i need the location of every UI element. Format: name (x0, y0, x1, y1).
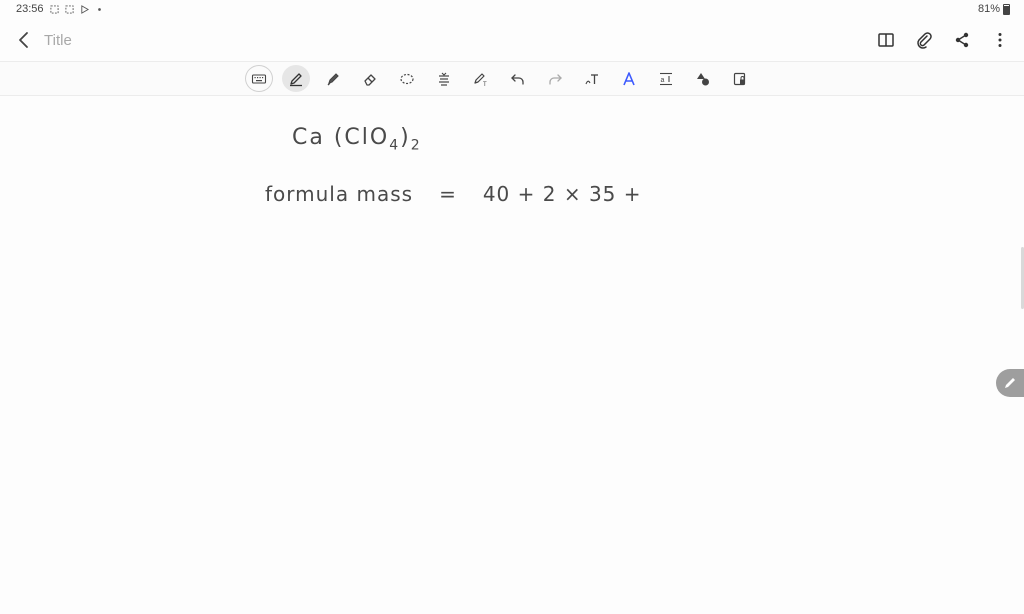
formula-close-paren: ) (400, 125, 411, 150)
note-canvas[interactable]: Ca (ClO4)2 formula mass = 40 + 2 × 35 + (0, 95, 1024, 614)
equals-sign: = (439, 182, 457, 206)
back-icon[interactable] (14, 30, 34, 50)
lock-icon (733, 72, 746, 85)
mass-expression: 40 + 2 × 35 + (482, 182, 642, 206)
pen-icon (290, 72, 302, 86)
status-left: 23:56 (16, 3, 104, 15)
eraser-icon (364, 73, 376, 86)
undo-icon (511, 73, 524, 85)
shapes-tool[interactable] (689, 65, 717, 92)
shapes-icon (697, 72, 709, 85)
pencil-icon (1005, 378, 1015, 388)
battery-percent: 81% (977, 3, 1000, 15)
formula-main: Ca (ClO (292, 125, 390, 150)
svg-text:a: a (661, 77, 665, 84)
screenshot-icon (64, 4, 74, 14)
text-style-tool[interactable] (615, 65, 643, 92)
eraser-tool[interactable] (356, 65, 384, 92)
lasso-tool[interactable] (393, 65, 421, 92)
pen-tool[interactable] (282, 65, 310, 92)
handwriting-to-text-icon (585, 73, 598, 84)
text-spacing-tool[interactable]: a (652, 65, 680, 92)
book-view-button[interactable] (876, 30, 896, 50)
text-align-tool[interactable] (430, 65, 458, 92)
svg-text:T: T (483, 82, 487, 87)
share-icon (955, 32, 969, 48)
more-icon (998, 33, 1002, 47)
play-store-icon (80, 4, 89, 14)
status-right: 81% (978, 3, 1010, 15)
handwriting-to-text-tool[interactable] (578, 65, 606, 92)
screenshot-icon (49, 4, 59, 14)
tool-group: T a (245, 65, 754, 92)
highlighter-tool[interactable] (319, 65, 347, 92)
pen-to-text-tool[interactable]: T (467, 65, 495, 92)
pen-text-icon: T (474, 72, 487, 87)
redo-button[interactable] (541, 65, 569, 92)
drawing-toolbar: T a (0, 61, 1024, 96)
keyboard-tool[interactable] (245, 65, 273, 92)
status-time: 23:56 (16, 3, 44, 15)
floating-pen-button[interactable] (996, 369, 1024, 397)
attach-button[interactable] (914, 30, 934, 50)
text-spacing-icon: a (660, 72, 672, 85)
paperclip-icon (917, 32, 932, 49)
formula-mass-label: formula mass (265, 182, 414, 206)
status-bar: 23:56 81% (0, 0, 1024, 20)
title-bar: Title (0, 22, 1024, 60)
formula-subscript-2: 2 (410, 137, 422, 154)
highlighter-icon (327, 72, 339, 85)
undo-button[interactable] (504, 65, 532, 92)
handwritten-formula: Ca (ClO4)2 (292, 125, 422, 153)
text-align-icon (439, 72, 449, 86)
book-icon (878, 33, 894, 47)
dot-icon (97, 7, 101, 11)
share-button[interactable] (952, 30, 972, 50)
more-options-button[interactable] (990, 30, 1010, 50)
text-style-icon (623, 71, 635, 85)
lasso-icon (400, 73, 414, 84)
keyboard-icon (251, 73, 267, 84)
formula-subscript-4: 4 (389, 137, 401, 154)
top-actions (876, 30, 1010, 50)
handwritten-formula-mass: formula mass = 40 + 2 × 35 + (265, 182, 642, 206)
redo-icon (549, 73, 562, 85)
lock-tool[interactable] (726, 65, 754, 92)
note-title[interactable]: Title (44, 32, 72, 49)
battery-icon (1003, 3, 1010, 15)
